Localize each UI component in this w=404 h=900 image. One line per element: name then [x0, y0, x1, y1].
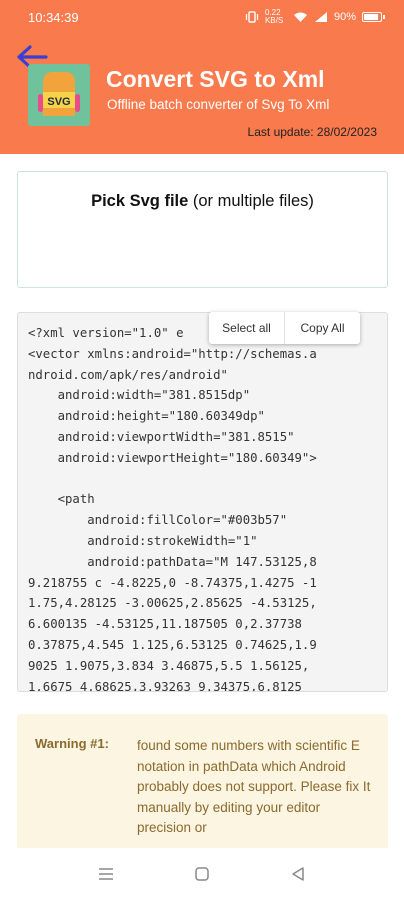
status-bar: 10:34:39 0.22 KB/S 90% — [0, 0, 404, 34]
battery-icon — [362, 12, 385, 22]
copy-all-button[interactable]: Copy All — [284, 312, 360, 344]
back-icon[interactable] — [288, 864, 308, 884]
status-icons: 0.22 KB/S 90% — [245, 8, 385, 25]
home-icon[interactable] — [192, 864, 212, 884]
pick-svg-label: Pick Svg file (or multiple files) — [18, 192, 387, 211]
network-speed: 0.22 KB/S — [264, 8, 284, 25]
warning-label: Warning #1: — [35, 736, 109, 751]
app-header: SVG Convert SVG to Xml Offline batch con… — [0, 34, 404, 154]
app-title: Convert SVG to Xml — [106, 66, 325, 92]
signal-icon — [314, 12, 327, 22]
android-svg-logo-icon: SVG — [38, 72, 80, 116]
text-context-menu: Select all Copy All — [209, 312, 360, 344]
select-all-button[interactable]: Select all — [209, 312, 284, 344]
pick-svg-button[interactable]: Pick Svg file (or multiple files) — [17, 171, 388, 288]
pick-svg-rest: (or multiple files) — [188, 192, 314, 210]
app-logo: SVG — [28, 64, 90, 126]
battery-percent: 90% — [333, 11, 356, 23]
last-update-label: Last update: 28/02/2023 — [247, 125, 377, 139]
wifi-icon — [293, 12, 307, 22]
xml-output-box[interactable]: <?xml version="1.0" e "?> <vector xmlns:… — [17, 312, 388, 692]
system-nav-bar — [0, 848, 404, 900]
status-time: 10:34:39 — [28, 10, 79, 25]
xml-output-text[interactable]: <?xml version="1.0" e "?> <vector xmlns:… — [28, 323, 380, 691]
menu-icon[interactable] — [96, 864, 116, 884]
svg-text:SVG: SVG — [47, 96, 70, 108]
app-subtitle: Offline batch converter of Svg To Xml — [107, 97, 330, 112]
pick-svg-bold: Pick Svg file — [91, 192, 189, 210]
vibrate-icon — [245, 11, 259, 23]
warning-text: found some numbers with scientific E not… — [137, 738, 371, 835]
